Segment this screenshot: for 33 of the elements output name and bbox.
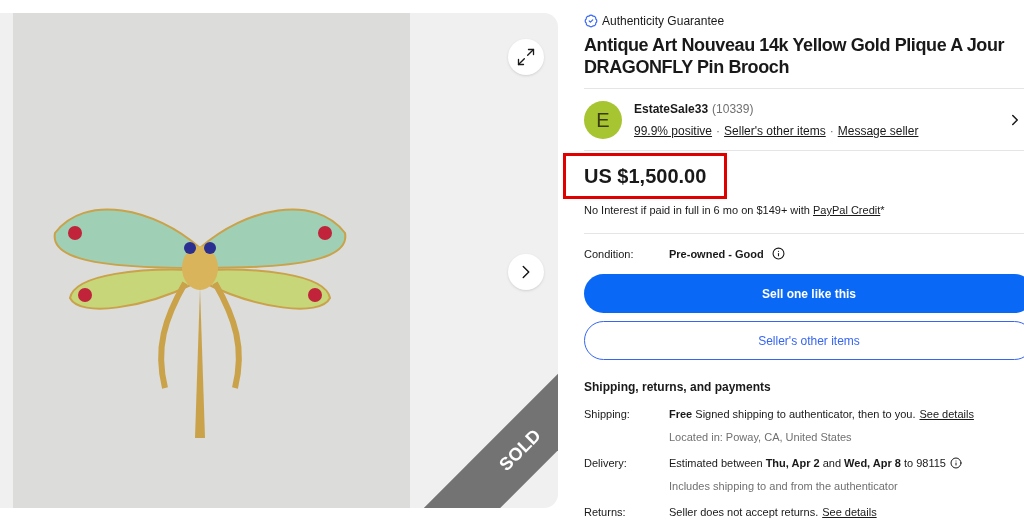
seller-link[interactable]: Seller's other items — [724, 121, 826, 140]
see-details-link[interactable]: See details — [919, 406, 974, 423]
shipping-row-label: Shipping: — [584, 407, 631, 422]
feedback-count: (10339) — [712, 100, 754, 118]
shipping-section-heading: Shipping, returns, and payments — [584, 379, 772, 396]
condition-value: Pre-owned - Good — [669, 246, 764, 262]
sell-one-like-this-button[interactable]: Sell one like this — [584, 274, 1024, 313]
seller-link[interactable]: 99.9% positive — [634, 121, 713, 140]
see-details-link[interactable]: See details — [822, 504, 877, 521]
expand-icon — [516, 47, 536, 67]
shipping-row-note: Located in: Poway, CA, United States — [669, 429, 853, 445]
listing-title: Antique Art Nouveau 14k Yellow Gold Plique A Jour DRAGONFLY Pin Brooch — [584, 34, 1006, 78]
separator-dot: · — [716, 122, 721, 140]
seller-link[interactable]: Message seller — [837, 121, 919, 140]
seller-name[interactable]: EstateSale33 — [634, 99, 709, 118]
shipping-row-text: Seller does not accept returns. — [669, 505, 819, 520]
expand-button[interactable] — [508, 39, 544, 75]
condition-label: Condition: — [584, 246, 635, 262]
shipping-row-label: Returns: — [584, 505, 627, 520]
financing-text: No Interest if paid in full in 6 mo on $149+ with PayPal Credit* — [584, 203, 886, 218]
shipping-row-note: Includes shipping to and from the authenticator — [669, 478, 899, 494]
verified-check-icon — [584, 14, 598, 28]
authenticity-guarantee-label[interactable]: Authenticity Guarantee — [602, 12, 725, 30]
shipping-row-label: Delivery: — [584, 456, 628, 471]
shipping-row-text: Free Signed shipping to authenticator, then to you. — [669, 407, 916, 422]
info-icon[interactable] — [771, 247, 785, 261]
paypal-credit-link[interactable]: PayPal Credit — [813, 204, 881, 216]
info-icon[interactable] — [950, 457, 962, 470]
separator-dot: · — [829, 122, 834, 140]
price: US $1,500.00 — [563, 153, 727, 199]
seller-avatar: E — [584, 100, 622, 139]
shipping-row-text: Estimated between Thu, Apr 2 and Wed, Apr 8 to 98115 — [669, 456, 946, 471]
sellers-other-items-button[interactable]: Seller's other items — [584, 321, 1024, 360]
